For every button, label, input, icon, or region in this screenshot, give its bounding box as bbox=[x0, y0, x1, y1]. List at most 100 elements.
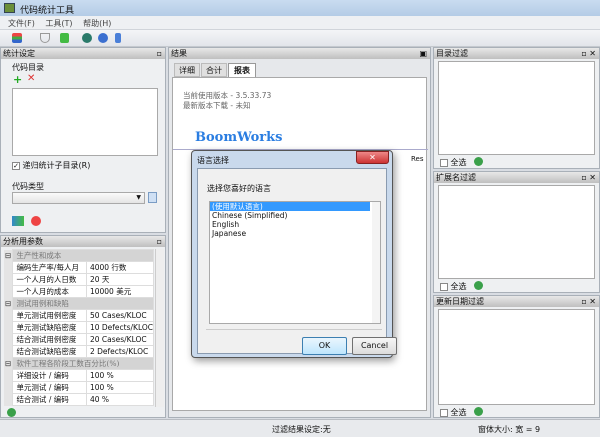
select-all-label: 全选 bbox=[450, 158, 467, 167]
language-option[interactable]: Japanese bbox=[210, 229, 370, 238]
param-row[interactable]: 编码生产率/每人月 4000 行数 bbox=[4, 261, 154, 274]
tab-detail[interactable]: 详细 bbox=[174, 63, 200, 77]
param-row[interactable]: 详细设计 / 编码 100 % bbox=[4, 369, 154, 382]
param-value[interactable]: 50 Cases/KLOC bbox=[85, 309, 154, 322]
maximize-icon[interactable]: ▣ bbox=[419, 48, 427, 59]
param-name: 详细设计 / 编码 bbox=[12, 369, 87, 382]
category-label: 测试用例和缺陷 bbox=[12, 297, 154, 310]
info-icon[interactable] bbox=[115, 33, 121, 43]
latest-line: 最新版本下载 - 未知 bbox=[183, 101, 251, 110]
menu-tools[interactable]: 工具(T) bbox=[45, 18, 72, 29]
param-category[interactable]: ⊟ 软件工程各阶段工数百分比(%) bbox=[4, 357, 154, 370]
param-name: 结合测试用例密度 bbox=[12, 333, 87, 346]
pin-icon[interactable]: ▫ bbox=[157, 236, 162, 247]
param-name: 编码生产率/每人月 bbox=[12, 261, 87, 274]
param-name: 结合测试 / 编码 bbox=[12, 393, 87, 406]
code-type-label: 代码类型 bbox=[12, 182, 44, 191]
select-all-label: 全选 bbox=[450, 282, 467, 291]
filter-list[interactable] bbox=[438, 61, 595, 155]
close-button[interactable]: ✕ bbox=[356, 151, 389, 164]
filter-panel: 扩展名过滤 ▫ ✕ 全选 bbox=[433, 171, 600, 293]
scrollbar[interactable] bbox=[155, 249, 164, 407]
param-name: 一个人月的人日数 bbox=[12, 273, 87, 286]
language-option[interactable]: (使用默认语言) bbox=[210, 202, 370, 211]
refresh-icon[interactable] bbox=[98, 33, 108, 43]
param-value[interactable]: 40 % bbox=[85, 393, 154, 406]
filter-panel: 目录过滤 ▫ ✕ 全选 bbox=[433, 47, 600, 169]
pin-close-icon[interactable]: ▫ ✕ bbox=[581, 172, 596, 183]
language-option[interactable]: Chinese (Simplified) bbox=[210, 211, 370, 220]
param-row[interactable]: 一个人月的人日数 20 天 bbox=[4, 273, 154, 286]
chart-icon[interactable] bbox=[12, 33, 22, 43]
refresh-icon[interactable] bbox=[474, 281, 483, 290]
language-list[interactable]: (使用默认语言) Chinese (Simplified) English Japan… bbox=[209, 201, 381, 324]
dialog-prompt: 选择您喜好的语言 bbox=[207, 184, 271, 193]
filter-title: 目录过滤 bbox=[436, 49, 468, 58]
param-value[interactable]: 2 Defects/KLOC bbox=[85, 345, 154, 358]
filter-title: 扩展名过滤 bbox=[436, 173, 476, 182]
params-title: 分析用参数 bbox=[3, 237, 43, 246]
param-row[interactable]: 一个人月的成本 10000 美元 bbox=[4, 285, 154, 298]
refresh-icon[interactable] bbox=[474, 157, 483, 166]
select-all-checkbox[interactable]: 全选 bbox=[440, 157, 467, 168]
param-row[interactable]: 单元测试 / 编码 100 % bbox=[4, 381, 154, 394]
refresh-icon[interactable] bbox=[7, 408, 16, 417]
pin-close-icon[interactable]: ▫ ✕ bbox=[581, 48, 596, 59]
language-option[interactable]: English bbox=[210, 220, 370, 229]
cut-text: Res bbox=[411, 155, 424, 163]
edit-icon[interactable] bbox=[148, 192, 157, 203]
stop-icon[interactable] bbox=[31, 216, 41, 226]
menu-file[interactable]: 文件(F) bbox=[8, 18, 35, 29]
recursive-checkbox[interactable]: ✓ 递归统计子目录(R) bbox=[12, 160, 90, 171]
collapse-icon[interactable]: ⊟ bbox=[4, 297, 13, 310]
collapse-icon[interactable]: ⊟ bbox=[4, 357, 13, 370]
param-value[interactable]: 20 Cases/KLOC bbox=[85, 333, 154, 346]
pin-close-icon[interactable]: ▫ ✕ bbox=[581, 296, 596, 307]
param-row[interactable]: 结合测试 / 编码 40 % bbox=[4, 393, 154, 406]
chevron-down-icon: ▼ bbox=[136, 194, 141, 201]
code-dir-list[interactable] bbox=[12, 88, 158, 156]
param-value[interactable]: 10 Defects/KLOC bbox=[85, 321, 154, 334]
param-name: 结合测试缺陷密度 bbox=[12, 345, 87, 358]
param-row[interactable]: 单元测试用例密度 50 Cases/KLOC bbox=[4, 309, 154, 322]
toolbar bbox=[0, 30, 600, 47]
param-value[interactable]: 10000 美元 bbox=[85, 285, 154, 298]
settings-gear-icon[interactable] bbox=[12, 216, 24, 226]
select-all-checkbox[interactable]: 全选 bbox=[440, 407, 467, 418]
filter-list[interactable] bbox=[438, 309, 595, 405]
add-icon[interactable]: + bbox=[13, 73, 22, 86]
scrollbar[interactable] bbox=[372, 202, 380, 323]
category-label: 软件工程各阶段工数百分比(%) bbox=[12, 357, 154, 370]
params-panel: 分析用参数 ▫ ⊟ 生产性和成本 编码生产率/每人月 4000 行数 一个人月的人日数 20… bbox=[0, 235, 166, 418]
ok-button[interactable]: OK bbox=[302, 337, 347, 355]
expand-icon[interactable] bbox=[60, 33, 69, 43]
collapse-icon[interactable]: ⊟ bbox=[4, 249, 13, 262]
window-title: 代码统计工具 bbox=[20, 6, 75, 16]
tab-report[interactable]: 报表 bbox=[228, 63, 256, 78]
cancel-button[interactable]: Cancel bbox=[352, 337, 397, 355]
param-value[interactable]: 100 % bbox=[85, 381, 154, 394]
param-row[interactable]: 结合测试用例密度 20 Cases/KLOC bbox=[4, 333, 154, 346]
param-value[interactable]: 4000 行数 bbox=[85, 261, 154, 274]
tab-total[interactable]: 合计 bbox=[201, 63, 227, 77]
param-name: 单元测试用例密度 bbox=[12, 309, 87, 322]
boomworks-logo: BoomWorks bbox=[195, 130, 283, 145]
param-value[interactable]: 20 天 bbox=[85, 273, 154, 286]
filter-icon[interactable] bbox=[40, 33, 50, 43]
code-type-select[interactable]: ▼ bbox=[12, 192, 145, 204]
pin-icon[interactable]: ▫ bbox=[157, 48, 162, 59]
refresh-icon[interactable] bbox=[474, 407, 483, 416]
param-name: 单元测试 / 编码 bbox=[12, 381, 87, 394]
param-value[interactable]: 100 % bbox=[85, 369, 154, 382]
select-all-checkbox[interactable]: 全选 bbox=[440, 281, 467, 292]
menu-help[interactable]: 帮助(H) bbox=[83, 18, 111, 29]
property-grid[interactable]: ⊟ 生产性和成本 编码生产率/每人月 4000 行数 一个人月的人日数 20 天一个人月的… bbox=[4, 249, 154, 407]
param-row[interactable]: 结合测试缺陷密度 2 Defects/KLOC bbox=[4, 345, 154, 358]
filter-list[interactable] bbox=[438, 185, 595, 279]
globe-icon[interactable] bbox=[82, 33, 92, 43]
param-category[interactable]: ⊟ 生产性和成本 bbox=[4, 249, 154, 262]
param-row[interactable]: 单元测试缺陷密度 10 Defects/KLOC bbox=[4, 321, 154, 334]
param-name: 单元测试缺陷密度 bbox=[12, 321, 87, 334]
delete-icon[interactable]: ✕ bbox=[27, 73, 35, 84]
param-category[interactable]: ⊟ 测试用例和缺陷 bbox=[4, 297, 154, 310]
